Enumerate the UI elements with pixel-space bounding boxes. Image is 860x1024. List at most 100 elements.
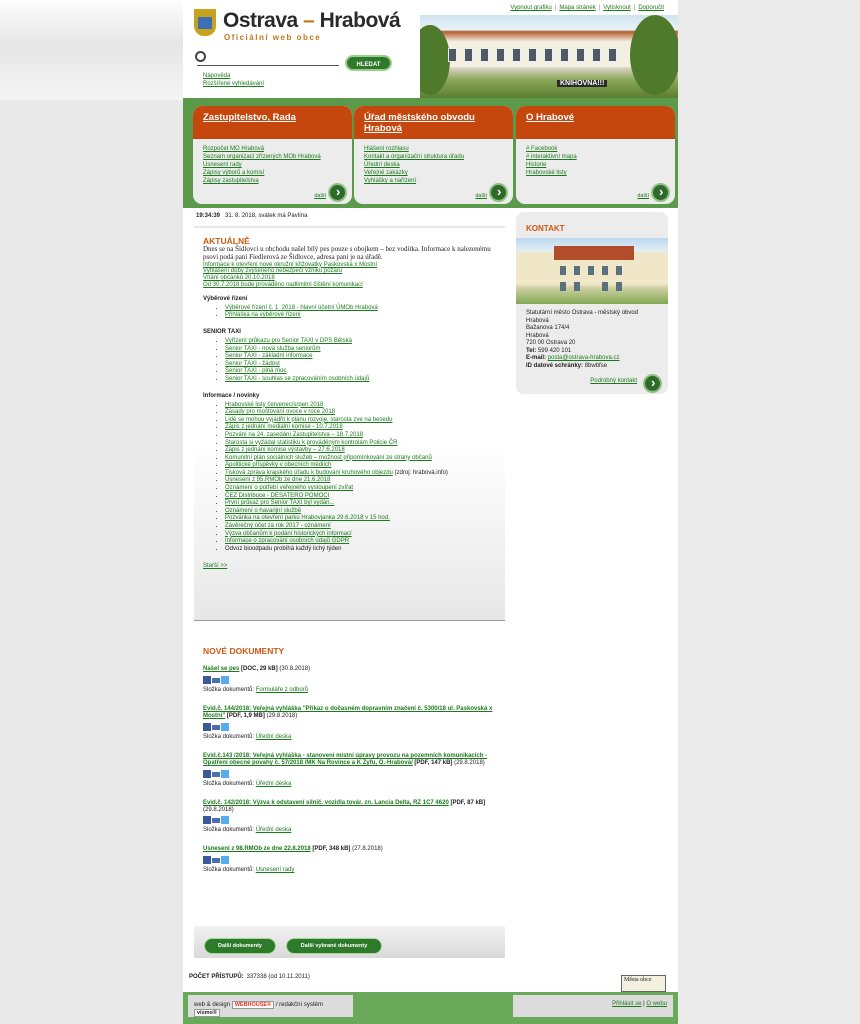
info-link[interactable]: Zápis z jednání mediální komise - 10.7.2… — [225, 424, 343, 430]
facebook-icon[interactable] — [203, 816, 211, 824]
vismo-badge[interactable]: vismo® — [194, 1009, 220, 1017]
box-about-title[interactable]: O Hrabové — [516, 106, 675, 139]
recommend-link[interactable]: Doporučit — [638, 5, 664, 11]
facebook-icon[interactable] — [203, 676, 211, 684]
twitter-icon[interactable] — [221, 676, 229, 684]
facebook-icon[interactable] — [203, 770, 211, 778]
print-link[interactable]: Vytisknout — [603, 5, 630, 11]
box-council-link[interactable]: Zápisy výborů a komisí — [203, 170, 264, 176]
selected-documents-button[interactable]: Další vybrané dokumenty — [286, 938, 382, 954]
folder-link[interactable]: Úřední deska — [256, 827, 292, 833]
login-link[interactable]: Přihlásit se — [612, 1001, 641, 1007]
box-about-link[interactable]: # Facebook — [526, 146, 557, 152]
older-news-link[interactable]: Starší >> — [203, 563, 227, 569]
taxi-link[interactable]: Senior TAXI - souhlas se zpracováním oso… — [225, 376, 369, 382]
folder-link[interactable]: Úřední deska — [256, 734, 292, 740]
box-council-more-link[interactable]: další — [314, 193, 326, 199]
info-link[interactable]: Starosta si vyžádal statistiku k provádě… — [225, 440, 397, 446]
mesta-obce-badge[interactable]: Města obce — [621, 975, 666, 992]
toggle-graphics-link[interactable]: Vypnout grafiku — [510, 5, 551, 11]
info-link[interactable]: Zásady pro moštování ovoce v roce 2018 — [225, 409, 335, 415]
search-input[interactable] — [197, 56, 339, 66]
box-about-link[interactable]: Historie — [526, 162, 546, 168]
document-title-link[interactable]: Našel se pes — [203, 666, 239, 672]
tender-link[interactable]: Výběrové řízení č. 1_2018 - hlavní účetn… — [225, 305, 378, 311]
credits-text: web & design — [194, 1002, 231, 1008]
box-council-link[interactable]: Usnesení rady — [203, 162, 242, 168]
more-documents-button[interactable]: Další dokumenty — [204, 938, 276, 954]
box-council-link[interactable]: Zápisy zastupitelstva — [203, 178, 259, 184]
twitter-icon[interactable] — [221, 770, 229, 778]
email-icon[interactable] — [212, 772, 220, 777]
document-title-link[interactable]: Evid.č. 142/2018: Výzva k odstavení siln… — [203, 800, 449, 806]
box-about-link[interactable]: # interaktivní mapa — [526, 154, 577, 160]
search-button[interactable]: HLEDAT — [345, 55, 392, 71]
twitter-icon[interactable] — [221, 816, 229, 824]
info-link[interactable]: Výzva občanům k podání historických info… — [225, 531, 352, 537]
box-about-link[interactable]: Hrabovské listy — [526, 170, 567, 176]
news-link[interactable]: Od 30.7.2018 bude prováděno nadlimitní č… — [203, 282, 363, 288]
contact-detail-link[interactable]: Podrobný kontakt — [590, 378, 637, 384]
folder-link[interactable]: Úřední deska — [256, 781, 292, 787]
sitemap-link[interactable]: Mapa stránek — [559, 5, 595, 11]
arrow-right-icon[interactable] — [643, 374, 662, 393]
info-link[interactable]: Oznámení o potřebí veřejného vystoupení … — [225, 485, 353, 491]
info-link[interactable]: Závěrečný účet za rok 2017 - oznámení — [225, 523, 331, 529]
info-link[interactable]: První průkaz pro Senior TAXI byl vydán..… — [225, 500, 335, 506]
arrow-right-icon[interactable] — [328, 183, 347, 202]
box-council-link[interactable]: Rozpočet MO Hrabová — [203, 146, 264, 152]
help-link[interactable]: Nápověda — [203, 73, 230, 79]
email-icon[interactable] — [212, 725, 220, 730]
news-link[interactable]: Vyhlášení doby zvýšeného nebezpečí vznik… — [203, 268, 342, 274]
box-office-link[interactable]: Hlášení rozhlasu — [364, 146, 409, 152]
info-link[interactable]: Apolitické příspěvky v obecních médiích — [225, 462, 331, 468]
twitter-icon[interactable] — [221, 856, 229, 864]
box-council-title[interactable]: Zastupitelstvo, Rada — [193, 106, 352, 139]
box-office-link[interactable]: Úřední deska — [364, 162, 400, 168]
advanced-search-link[interactable]: Rozšířené vyhledávání — [203, 81, 264, 87]
taxi-link[interactable]: Vyřízení průkazu pro Senior TAXI v DPS B… — [225, 338, 352, 344]
info-link[interactable]: Pozvání na 24. zasedání Zastupitelstva –… — [225, 432, 363, 438]
info-link[interactable]: Hrabovské listy červenec/srpen 2018 — [225, 402, 323, 408]
taxi-link[interactable]: Senior TAXI - nová služba seniorům — [225, 346, 321, 352]
info-link[interactable]: Lidé se mohou vyjádřit k plánu rozvoje, … — [225, 417, 392, 423]
info-link[interactable]: Komunitní plán sociálních služeb – možno… — [225, 455, 432, 461]
twitter-icon[interactable] — [221, 723, 229, 731]
about-web-link[interactable]: O webu — [646, 1001, 667, 1007]
info-link[interactable]: ČEZ Distribuce - DESATERO POMOCI — [225, 493, 329, 499]
taxi-link[interactable]: Senior TAXI - žádost — [225, 361, 280, 367]
email-icon[interactable] — [212, 678, 220, 683]
news-link[interactable]: Informace k otevření nové okružní křižov… — [203, 262, 377, 268]
tender-link[interactable]: Přihláška na výběrové řízení — [225, 312, 301, 318]
webhouse-badge[interactable]: WEBHOUSE® — [231, 1001, 275, 1009]
facebook-icon[interactable] — [203, 856, 211, 864]
box-office-title[interactable]: Úřad městského obvodu Hrabová — [354, 106, 513, 139]
info-link[interactable]: Tisková zpráva krajského úřadu k budován… — [225, 470, 393, 476]
box-about-more-link[interactable]: další — [637, 193, 649, 199]
folder-link[interactable]: Formuláře z odborů — [256, 687, 308, 693]
info-link[interactable]: Informace o zpracování osobních údajů GD… — [225, 538, 349, 544]
arrow-right-icon[interactable] — [651, 183, 670, 202]
box-council-link[interactable]: Seznam organizací zřízených MOb Hrabová — [203, 154, 321, 160]
taxi-link[interactable]: Senior TAXI - plná moc — [225, 368, 286, 374]
info-link[interactable]: Zápis z jednání komise výstavby – 27.6.2… — [225, 447, 345, 453]
arrow-right-icon[interactable] — [489, 183, 508, 202]
folder-link[interactable]: Usnesení rady — [256, 867, 295, 873]
box-office-link[interactable]: Vyhlášky a nařízení — [364, 178, 416, 184]
info-link[interactable]: Usnesení z 95.RMOb ze dne 21.6.2018 — [225, 477, 330, 483]
box-office-more-link[interactable]: další — [475, 193, 487, 199]
info-link[interactable]: Oznámení o havarijní službě — [225, 508, 301, 514]
news-panel: AKTUÁLNĚ Dnes se na Šídlovci u obchodu n… — [194, 226, 505, 620]
contact-email-link[interactable]: posta@ostrava-hrabova.cz — [548, 355, 620, 361]
folder-label: Složka dokumentů: — [203, 867, 255, 873]
info-link[interactable]: Pozvánka na otevření parku Hrabovjanka 2… — [225, 515, 390, 521]
email-icon[interactable] — [212, 818, 220, 823]
facebook-icon[interactable] — [203, 723, 211, 731]
email-icon[interactable] — [212, 858, 220, 863]
taxi-link[interactable]: Senior TAXI - základní informace — [225, 353, 312, 359]
box-office-link[interactable]: Kontakt a organizační struktura úřadu — [364, 154, 464, 160]
news-link[interactable]: Vítání občánků 20.10.2018 — [203, 275, 275, 281]
box-office-link[interactable]: Veřejné zakázky — [364, 170, 408, 176]
site-logo[interactable]: Ostrava – Hrabová Oficiální web obce — [191, 6, 411, 46]
document-title-link[interactable]: Usnesení z 98.RMOb ze dne 22.8.2018 — [203, 846, 311, 852]
